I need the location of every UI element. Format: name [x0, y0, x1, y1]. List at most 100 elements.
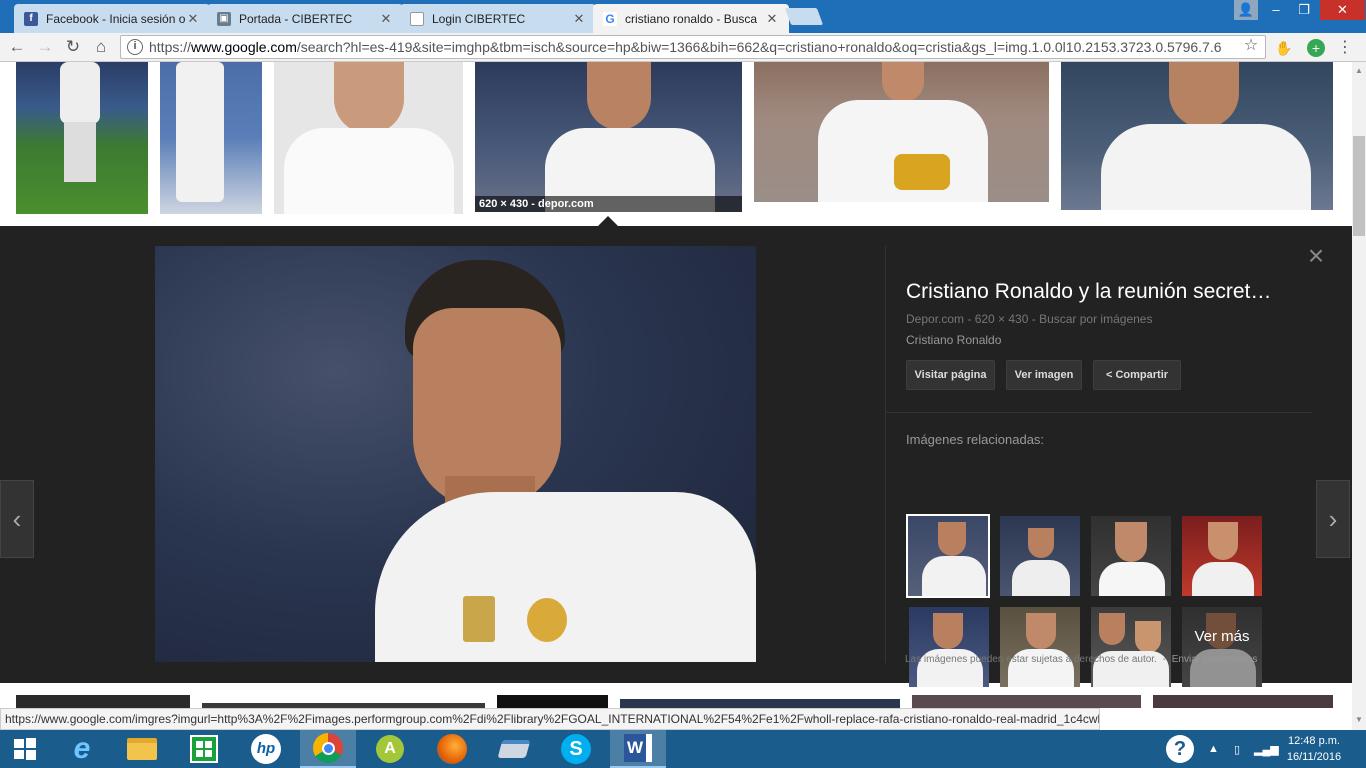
clock-time: 12:48 p.m.	[1288, 735, 1340, 747]
result-image[interactable]	[1061, 62, 1333, 210]
tab-title: Facebook - Inicia sesión o	[46, 11, 186, 26]
related-image[interactable]	[1091, 607, 1171, 687]
face-shape	[1099, 613, 1125, 645]
scroll-down-icon[interactable]: ▼	[1354, 715, 1364, 724]
result-image[interactable]	[754, 62, 1049, 202]
image-title[interactable]: Cristiano Ronaldo y la reunión secret…	[906, 280, 1306, 304]
jersey-shape	[284, 128, 454, 214]
image-viewer-panel: ‹ × Cristiano Ronaldo y la reunión secre…	[0, 226, 1352, 687]
face-shape	[587, 62, 651, 130]
extension-hand-icon[interactable]: ✋	[1275, 39, 1293, 57]
tab-google-search[interactable]: G cristiano ronaldo - Busca ✕	[593, 4, 789, 34]
see-more-button[interactable]: Ver más	[1182, 607, 1262, 687]
related-image[interactable]	[1182, 516, 1262, 596]
result-image[interactable]	[1153, 695, 1333, 708]
chrome-icon[interactable]	[300, 730, 356, 768]
home-icon[interactable]: ⌂	[90, 36, 112, 58]
tab-strip: f Facebook - Inicia sesión o ✕ ▣ Portada…	[0, 0, 1366, 34]
tab-cibertec-portada[interactable]: ▣ Portada - CIBERTEC ✕	[207, 4, 403, 33]
jersey-shape	[1012, 560, 1070, 596]
skype-icon[interactable]: S	[548, 730, 604, 768]
face-shape	[1115, 522, 1147, 562]
minimize-button[interactable]: –	[1262, 0, 1290, 20]
jersey-shape	[922, 556, 986, 596]
address-bar[interactable]: i https://www.google.com/search?hl=es-41…	[120, 35, 1266, 59]
image-meta: Depor.com - 620 × 430 - Buscar por imáge…	[906, 312, 1153, 326]
face-shape	[933, 613, 963, 649]
hp-icon[interactable]: hp	[238, 730, 294, 768]
taskbar-clock[interactable]: 12:48 p.m. 16/11/2016	[1284, 733, 1344, 765]
windows-logo-icon	[14, 738, 36, 760]
related-image[interactable]	[1000, 607, 1080, 687]
close-window-button[interactable]: ✕	[1320, 0, 1365, 20]
chrome-menu-icon[interactable]: ⋮	[1336, 39, 1354, 57]
result-image[interactable]	[160, 62, 262, 214]
copyright-text: Las imágenes pueden estar sujetas a dere…	[905, 654, 1157, 665]
face-shape	[1135, 621, 1161, 653]
close-icon[interactable]: ×	[1304, 242, 1328, 270]
user-profile-icon[interactable]: 👤	[1234, 0, 1258, 20]
firefox-icon[interactable]	[424, 730, 480, 768]
battery-icon[interactable]: ▯	[1234, 730, 1240, 768]
jersey-shape	[1101, 124, 1311, 210]
player-figure	[64, 122, 96, 182]
view-image-button[interactable]: Ver imagen	[1006, 360, 1082, 390]
result-image[interactable]	[274, 62, 463, 214]
file-explorer-icon[interactable]	[114, 730, 170, 768]
related-image[interactable]	[906, 514, 990, 598]
share-label: Compartir	[1115, 369, 1169, 381]
google-icon: G	[603, 12, 617, 26]
tab-login-cibertec[interactable]: Login CIBERTEC ✕	[400, 4, 596, 33]
bookmark-star-icon[interactable]: ☆	[1242, 37, 1260, 55]
player-figure	[60, 62, 100, 124]
close-tab-icon[interactable]: ✕	[379, 11, 393, 27]
back-icon[interactable]: ←	[6, 36, 28, 58]
scroll-thumb[interactable]	[1353, 136, 1365, 236]
real-madrid-crest	[527, 598, 567, 642]
related-image[interactable]	[1000, 516, 1080, 596]
close-tab-icon[interactable]: ✕	[186, 11, 200, 27]
face-shape	[1026, 613, 1056, 649]
new-tab-button[interactable]	[784, 8, 824, 25]
info-icon[interactable]: i	[127, 39, 143, 55]
next-image-button[interactable]: ›	[1316, 480, 1350, 558]
result-image[interactable]	[16, 62, 148, 214]
fifa-badge	[463, 596, 495, 642]
network-signal-icon[interactable]: ▂▄▆	[1254, 730, 1279, 768]
start-button[interactable]	[0, 730, 50, 768]
image-subtitle: Cristiano Ronaldo	[906, 333, 1002, 347]
extension-plus-icon[interactable]: +	[1307, 39, 1325, 57]
help-icon[interactable]: ?	[1166, 730, 1194, 768]
visit-page-button[interactable]: Visitar página	[906, 360, 995, 390]
url-host: www.google.com	[191, 39, 297, 55]
maximize-button[interactable]: ❐	[1290, 0, 1318, 20]
tray-expand-icon[interactable]: ▲	[1208, 730, 1219, 768]
android-studio-icon[interactable]: A	[362, 730, 418, 768]
close-tab-icon[interactable]: ✕	[572, 11, 586, 27]
jersey-shape	[1192, 562, 1254, 596]
result-image[interactable]	[497, 695, 608, 708]
page-icon	[410, 11, 424, 26]
related-image[interactable]	[1091, 516, 1171, 596]
reload-icon[interactable]: ↻	[62, 36, 84, 58]
internet-explorer-icon[interactable]: e	[54, 730, 110, 768]
main-preview-image[interactable]	[155, 246, 756, 662]
windows-taskbar: e hp A S W ? ▲ ▯ ▂▄▆ 12:48 p.m. 16/11/20…	[0, 730, 1366, 768]
previous-image-button[interactable]: ‹	[0, 480, 34, 558]
scanner-icon[interactable]	[486, 730, 542, 768]
tab-facebook[interactable]: f Facebook - Inicia sesión o ✕	[14, 4, 210, 33]
word-icon[interactable]: W	[610, 730, 666, 768]
face-shape	[334, 62, 404, 134]
scroll-up-icon[interactable]: ▲	[1354, 66, 1364, 75]
result-image[interactable]	[16, 695, 190, 708]
tab-title: cristiano ronaldo - Busca	[625, 12, 758, 26]
result-image-selected[interactable]: 620 × 430 - depor.com	[475, 62, 742, 212]
result-image[interactable]	[912, 695, 1141, 708]
send-feedback-link[interactable]: Enviar comentarios	[1172, 654, 1258, 665]
related-image[interactable]	[909, 607, 989, 687]
store-icon[interactable]	[176, 730, 232, 768]
share-button[interactable]: < Compartir	[1093, 360, 1181, 390]
result-image[interactable]	[620, 699, 900, 708]
close-tab-icon[interactable]: ✕	[765, 11, 779, 27]
forward-icon[interactable]: →	[34, 36, 56, 58]
